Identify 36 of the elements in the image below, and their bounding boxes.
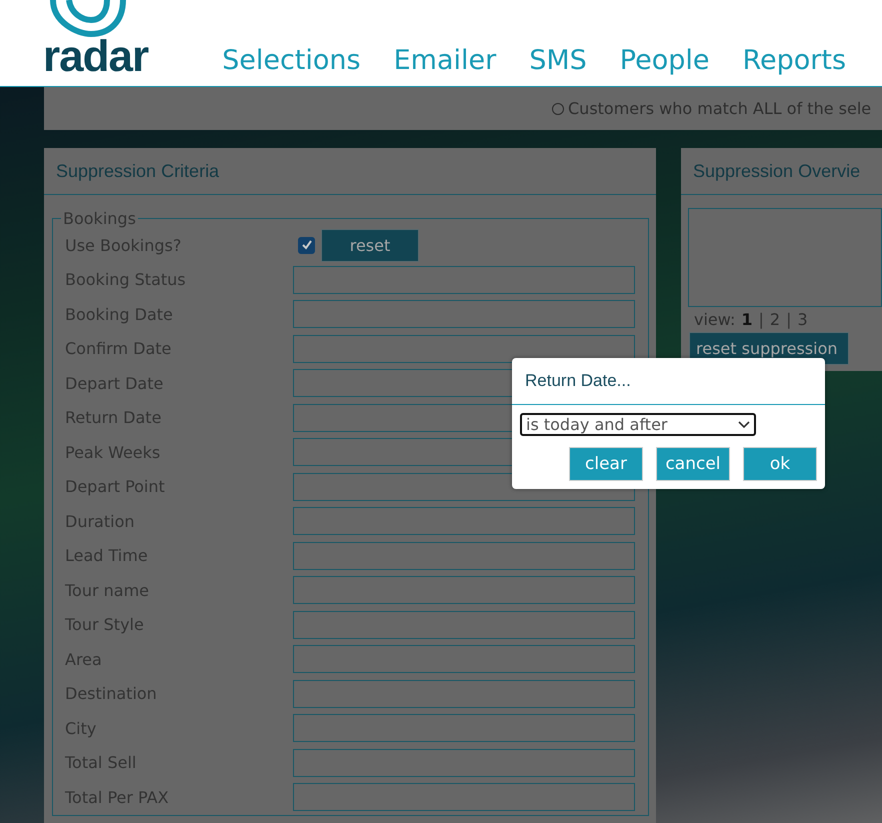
- panel-title: Suppression Overvie: [681, 148, 882, 195]
- input-field[interactable]: [293, 783, 635, 812]
- dialog-button[interactable]: ok: [743, 447, 817, 481]
- dialog-title: Return Date...: [512, 358, 825, 405]
- checkmark-icon: [300, 238, 314, 252]
- select-dropdown[interactable]: is today and after: [520, 413, 756, 436]
- input-field[interactable]: [293, 266, 635, 294]
- reset-button[interactable]: reset: [321, 228, 419, 262]
- page-link[interactable]: 1: [741, 310, 752, 329]
- panel-title: Suppression Criteria: [44, 148, 656, 195]
- match-option-label: Customers who match ALL of the sele: [568, 99, 872, 118]
- input-field[interactable]: [293, 610, 635, 639]
- dialog-button[interactable]: cancel: [656, 447, 730, 481]
- view-label: view:: [694, 310, 736, 329]
- nav-link[interactable]: SMS: [529, 45, 587, 76]
- input-field[interactable]: [293, 507, 635, 536]
- nav-link[interactable]: Reports: [742, 45, 846, 76]
- input-field[interactable]: [293, 645, 635, 674]
- input-field[interactable]: [293, 576, 635, 604]
- checkbox[interactable]: [298, 236, 315, 254]
- nav-link[interactable]: Emailer: [394, 45, 496, 76]
- nav-link[interactable]: People: [620, 45, 710, 76]
- input-field[interactable]: [293, 680, 635, 708]
- input-field[interactable]: [293, 714, 635, 742]
- radio-button[interactable]: [552, 102, 564, 114]
- dialog-button[interactable]: clear: [569, 447, 643, 481]
- input-field[interactable]: [293, 542, 635, 570]
- separator: |: [786, 310, 792, 329]
- page-link[interactable]: 3: [797, 310, 808, 329]
- input-field[interactable]: [293, 300, 635, 328]
- page-link[interactable]: 2: [770, 310, 780, 329]
- nav-link[interactable]: Selections: [222, 45, 361, 76]
- logo-wordmark: radar: [43, 40, 148, 74]
- chevron-down-icon: [738, 420, 750, 428]
- input-field[interactable]: [293, 748, 635, 777]
- separator: |: [758, 310, 764, 329]
